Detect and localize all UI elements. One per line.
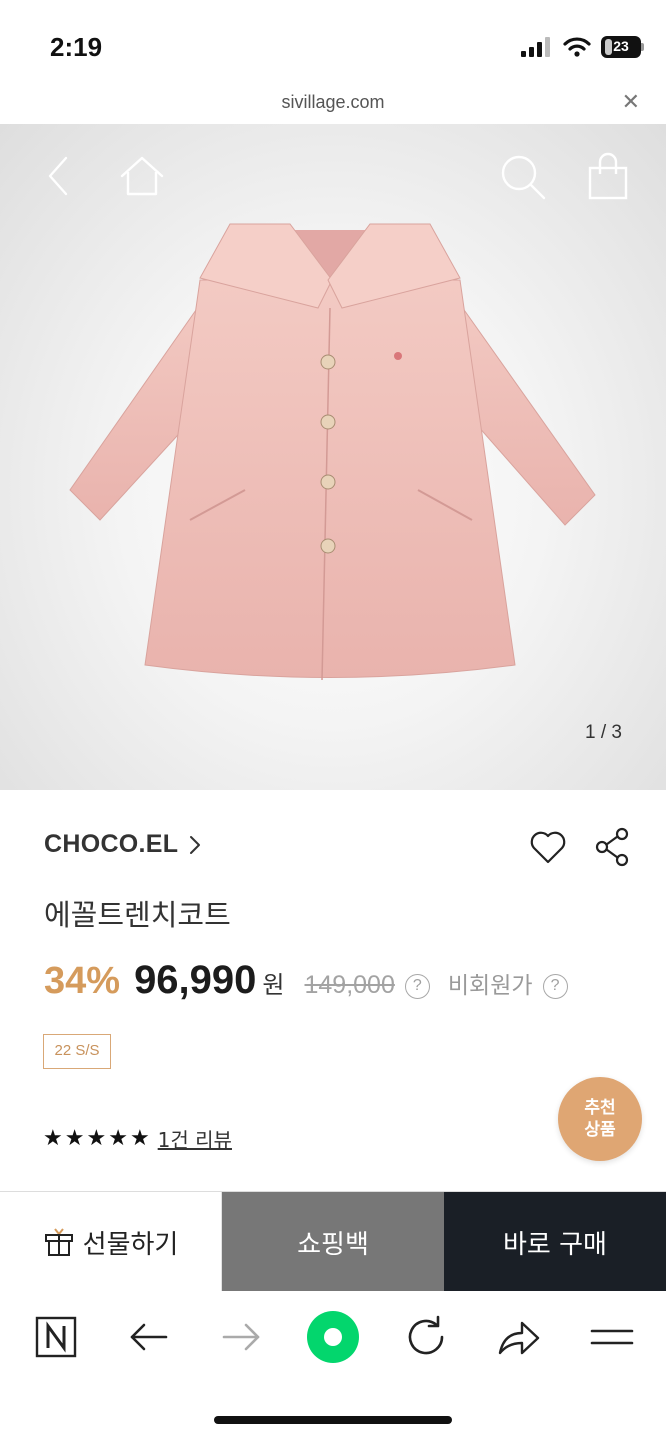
price-row: 34% 96,990 원 149,000 ? 비회원가 ? bbox=[44, 958, 568, 1003]
heart-icon[interactable] bbox=[528, 828, 568, 866]
shopping-bag-button[interactable]: 쇼핑백 bbox=[222, 1192, 444, 1292]
product-photo bbox=[69, 223, 596, 681]
status-time: 2:19 bbox=[50, 32, 103, 62]
status-bar: 2:19 23 bbox=[0, 0, 666, 92]
close-icon[interactable]: ✕ bbox=[622, 90, 640, 115]
currency-unit: 원 bbox=[262, 971, 285, 999]
buy-now-button[interactable]: 바로 구매 bbox=[444, 1192, 666, 1292]
sale-price: 96,990 bbox=[134, 958, 257, 1002]
price-help-icon[interactable]: ? bbox=[404, 974, 430, 999]
member-price-help-icon[interactable]: ? bbox=[542, 974, 568, 999]
original-price: 149,000 bbox=[304, 971, 395, 999]
gift-button[interactable]: 선물하기 bbox=[0, 1192, 222, 1292]
star-icon: ★ bbox=[43, 1125, 63, 1151]
recommend-line1: 추천 bbox=[584, 1098, 616, 1118]
naver-green-dot-icon[interactable] bbox=[305, 1309, 361, 1365]
back-icon[interactable] bbox=[40, 152, 88, 200]
refresh-icon[interactable] bbox=[402, 1313, 450, 1361]
brand-name[interactable]: CHOCO.EL bbox=[44, 830, 178, 859]
back-arrow-icon[interactable] bbox=[124, 1313, 172, 1361]
season-badge: 22 S/S bbox=[43, 1034, 111, 1069]
recommend-line2: 상품 bbox=[584, 1120, 616, 1140]
shopping-bag-icon[interactable] bbox=[584, 152, 632, 200]
star-icon: ★ bbox=[64, 1125, 85, 1151]
star-icon: ★ bbox=[129, 1125, 150, 1151]
review-link[interactable]: 1건 리뷰 bbox=[158, 1124, 232, 1153]
discount-rate: 34% bbox=[44, 960, 121, 1002]
star-icon: ★ bbox=[86, 1125, 107, 1151]
rating-stars: ★ ★ ★ ★ ★ bbox=[43, 1126, 150, 1152]
menu-icon[interactable] bbox=[588, 1313, 636, 1361]
member-price-label: 비회원가 bbox=[447, 973, 533, 999]
product-image-carousel[interactable]: 1 / 3 bbox=[0, 124, 666, 790]
gift-icon bbox=[44, 1228, 73, 1256]
chevron-right-icon[interactable] bbox=[188, 834, 202, 856]
battery-text: 23 bbox=[613, 38, 629, 54]
rating-row: ★ ★ ★ ★ ★ 1건 리뷰 bbox=[43, 1124, 232, 1153]
status-icons: 23 bbox=[521, 36, 644, 58]
purchase-bar: 선물하기 쇼핑백 바로 구매 bbox=[0, 1191, 666, 1292]
share-arrow-icon[interactable] bbox=[494, 1313, 542, 1361]
hero-nav bbox=[0, 124, 666, 234]
product-name: 에꼴트렌치코트 bbox=[44, 898, 231, 932]
wifi-icon bbox=[563, 37, 591, 57]
image-counter: 1 / 3 bbox=[585, 722, 622, 743]
home-icon[interactable] bbox=[118, 152, 166, 200]
gift-label: 선물하기 bbox=[82, 1229, 179, 1260]
naver-icon[interactable] bbox=[32, 1313, 80, 1361]
cellular-signal-icon bbox=[521, 37, 550, 57]
url-bar[interactable]: sivillage.com ✕ bbox=[0, 86, 666, 122]
share-icon[interactable] bbox=[594, 826, 630, 868]
battery-cap bbox=[641, 43, 644, 51]
home-indicator bbox=[214, 1416, 452, 1424]
search-icon[interactable] bbox=[498, 152, 546, 200]
forward-arrow-icon[interactable] bbox=[218, 1313, 266, 1361]
star-icon: ★ bbox=[108, 1125, 128, 1151]
recommend-products-button[interactable]: 추천 상품 bbox=[558, 1077, 642, 1161]
brand-link[interactable]: CHOCO.EL bbox=[44, 830, 202, 859]
url-text[interactable]: sivillage.com bbox=[0, 92, 666, 113]
battery-icon: 23 bbox=[601, 36, 641, 58]
